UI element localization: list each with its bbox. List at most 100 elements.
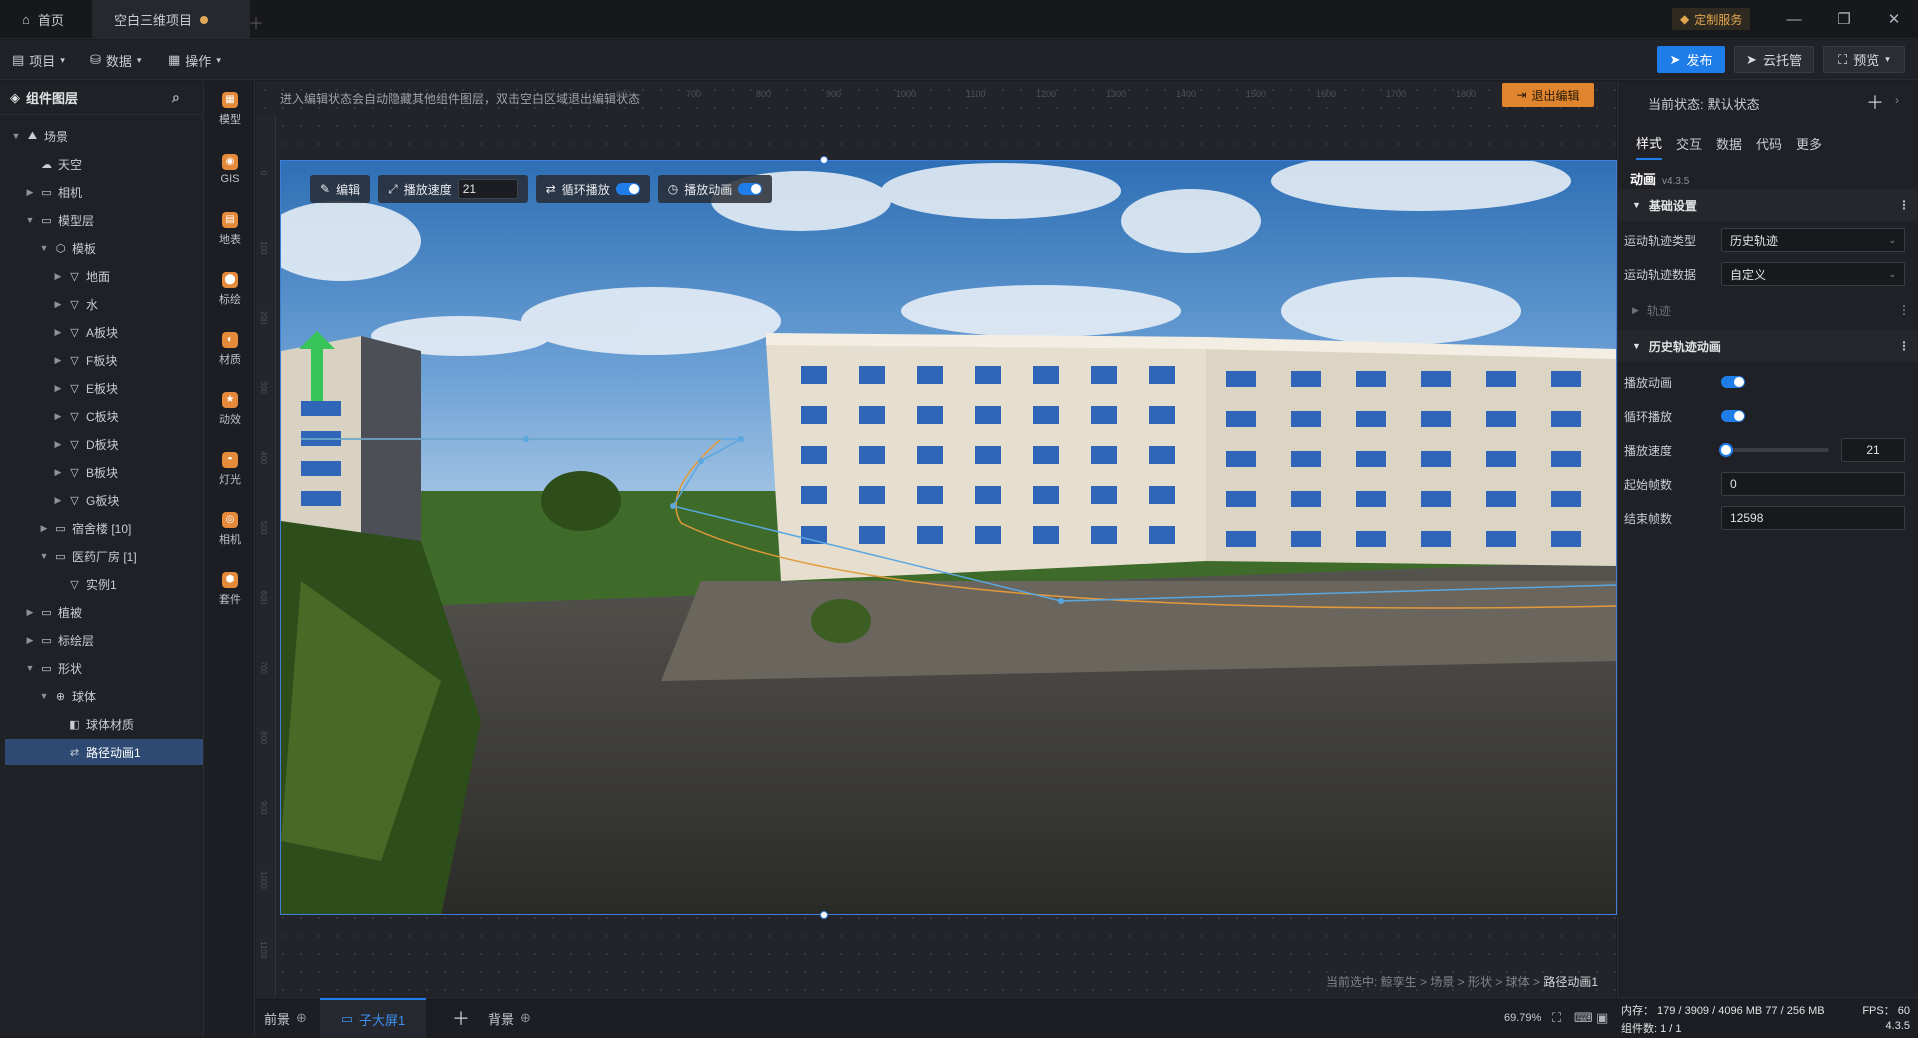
minimize-icon[interactable]: — (1774, 6, 1814, 32)
scene-viewport[interactable] (280, 160, 1617, 915)
tree-item-instance-1[interactable]: ▽ 实例1 (5, 571, 203, 597)
terminal-icon[interactable]: ▣ (1596, 998, 1608, 1038)
tree-item-block-c[interactable]: ▶ ▽ C板块 (5, 403, 203, 429)
tree-item-sky[interactable]: ☁ 天空 (5, 151, 203, 177)
tree-item-pharma-plant[interactable]: ▼ ▭ 医药厂房 [1] (5, 543, 203, 569)
chevron-right-icon[interactable]: › (1895, 93, 1899, 107)
publish-button[interactable]: ➤ 发布 (1657, 46, 1725, 73)
tree-item-sphere-material[interactable]: ◧ 球体材质 (5, 711, 203, 737)
tab-more[interactable]: 更多 (1796, 126, 1822, 160)
tab-interaction[interactable]: 交互 (1676, 126, 1702, 160)
add-screen-icon[interactable]: ＋ (452, 998, 470, 1038)
tool-material[interactable]: ◐ 材质 (205, 323, 255, 375)
tree-item-dormitory[interactable]: ▶ ▭ 宿舍楼 [10] (5, 515, 203, 541)
add-circle-icon[interactable]: ⊕ (296, 1010, 307, 1026)
tool-model[interactable]: ▦ 模型 (205, 83, 255, 135)
menu-operate[interactable]: ▦ 操作 ▾ (168, 40, 221, 80)
tree-item-shapes[interactable]: ▼ ▭ 形状 (5, 655, 203, 681)
tree-item-path-animation[interactable]: ⇄ 路径动画1 (5, 739, 203, 765)
fit-screen-icon[interactable]: ⛶ (1552, 998, 1561, 1038)
tree-item-scene[interactable]: ▼ ⛰ 场景 (5, 123, 203, 149)
search-icon[interactable]: ⌕ (172, 89, 180, 106)
tab-style[interactable]: 样式 (1636, 126, 1663, 160)
tool-camera[interactable]: ◎ 相机 (205, 503, 255, 555)
play-animation-toggle[interactable] (1721, 376, 1745, 388)
tool-plot[interactable]: ⬤ 标绘 (205, 263, 255, 315)
caret-right-icon[interactable]: ▶ (25, 635, 35, 646)
tab-sub-screen[interactable]: ▭ 子大屏1 (320, 998, 426, 1038)
caret-right-icon[interactable]: ▶ (25, 607, 35, 618)
tool-effect[interactable]: ★ 动效 (205, 383, 255, 435)
tab-home[interactable]: ⌂ 首页 (0, 0, 86, 39)
speed-input[interactable]: 21 (457, 179, 518, 199)
caret-right-icon[interactable]: ▶ (53, 327, 63, 338)
tree-item-model-layer[interactable]: ▼ ▭ 模型层 (5, 207, 203, 233)
tab-data[interactable]: 数据 (1716, 126, 1742, 160)
caret-right-icon[interactable]: ▶ (53, 495, 63, 506)
tree-item-vegetation[interactable]: ▶ ▭ 植被 (5, 599, 203, 625)
more-vertical-icon[interactable]: ⋮ (1898, 339, 1910, 353)
caret-right-icon[interactable]: ▶ (53, 411, 63, 422)
caret-down-icon[interactable]: ▼ (39, 243, 49, 253)
caret-right-icon[interactable]: ▶ (53, 355, 63, 366)
tree-item-camera[interactable]: ▶ ▭ 相机 (5, 179, 203, 205)
caret-down-icon[interactable]: ▼ (25, 663, 35, 673)
state-value[interactable]: 默认状态 (1708, 94, 1760, 113)
add-tab-icon[interactable]: ＋ (248, 10, 264, 34)
play-toggle[interactable] (738, 183, 763, 195)
tree-item-block-g[interactable]: ▶ ▽ G板块 (5, 487, 203, 513)
caret-down-icon[interactable]: ▼ (39, 551, 49, 561)
tree-item-block-b[interactable]: ▶ ▽ B板块 (5, 459, 203, 485)
tree-item-block-a[interactable]: ▶ ▽ A板块 (5, 319, 203, 345)
caret-right-icon[interactable]: ▶ (53, 383, 63, 394)
add-state-icon[interactable]: ＋ (1866, 89, 1884, 115)
tab-foreground[interactable]: 前景 ⊕ (264, 998, 307, 1038)
speed-prop-input[interactable]: 21 (1841, 438, 1905, 462)
tree-item-water[interactable]: ▶ ▽ 水 (5, 291, 203, 317)
edit-control[interactable]: ✎ 编辑 (310, 175, 371, 203)
caret-right-icon[interactable]: ▶ (39, 523, 49, 534)
tree-item-ground[interactable]: ▶ ▽ 地面 (5, 263, 203, 289)
track-type-select[interactable]: 历史轨迹 ⌄ (1721, 228, 1905, 252)
zoom-level[interactable]: 69.79% (1504, 998, 1541, 1038)
track-data-select[interactable]: 自定义 ⌄ (1721, 262, 1905, 286)
caret-down-icon[interactable]: ▼ (11, 131, 21, 141)
more-vertical-icon[interactable]: ⋮ (1898, 198, 1910, 212)
close-icon[interactable]: ✕ (1874, 6, 1914, 32)
menu-data[interactable]: ⛁ 数据 ▾ (90, 40, 141, 80)
more-vertical-icon[interactable]: ⋮ (1898, 303, 1910, 317)
end-frame-input[interactable]: 12598 (1721, 506, 1905, 530)
caret-right-icon[interactable]: ▶ (53, 467, 63, 478)
tool-kit[interactable]: ⬢ 套件 (205, 563, 255, 615)
tree-item-template[interactable]: ▼ ⬡ 模板 (5, 235, 203, 261)
canvas-area[interactable]: 进入编辑状态会自动隐藏其他组件图层，双击空白区域退出编辑状态 600 700 800… (256, 81, 1617, 1029)
section-basic-settings[interactable]: ▼ 基础设置 ⋮ (1618, 189, 1918, 221)
section-history-animation[interactable]: ▼ 历史轨迹动画 ⋮ (1618, 330, 1918, 362)
add-circle-icon[interactable]: ⊕ (520, 1010, 531, 1026)
tree-item-block-f[interactable]: ▶ ▽ F板块 (5, 347, 203, 373)
tree-item-plot-layer[interactable]: ▶ ▭ 标绘层 (5, 627, 203, 653)
tab-background[interactable]: 背景 ⊕ (488, 998, 531, 1038)
caret-right-icon[interactable]: ▶ (25, 187, 35, 198)
exit-edit-button[interactable]: ⇥ 退出编辑 (1502, 83, 1594, 107)
tool-gis[interactable]: ◉ GIS (205, 143, 255, 195)
speed-slider-handle[interactable] (1719, 443, 1734, 457)
preview-button[interactable]: ⛶ 预览 ▾ (1823, 46, 1905, 73)
keyboard-icon[interactable]: ⌨ (1574, 998, 1593, 1038)
tab-code[interactable]: 代码 (1756, 126, 1782, 160)
menu-project[interactable]: ▤ 项目 ▾ (12, 40, 65, 80)
tree-item-block-d[interactable]: ▶ ▽ D板块 (5, 431, 203, 457)
caret-right-icon[interactable]: ▶ (53, 271, 63, 282)
tool-light[interactable]: ◓ 灯光 (205, 443, 255, 495)
tool-terrain[interactable]: ▤ 地表 (205, 203, 255, 255)
custom-service-button[interactable]: ◆ 定制服务 (1672, 8, 1751, 30)
loop-play-toggle[interactable] (1721, 410, 1745, 422)
tree-item-block-e[interactable]: ▶ ▽ E板块 (5, 375, 203, 401)
tree-item-sphere[interactable]: ▼ ⊕ 球体 (5, 683, 203, 709)
tab-project[interactable]: 空白三维项目 (92, 0, 250, 39)
cloud-button[interactable]: ➤ 云托管 (1734, 46, 1814, 73)
caret-down-icon[interactable]: ▼ (39, 691, 49, 701)
start-frame-input[interactable]: 0 (1721, 472, 1905, 496)
caret-right-icon[interactable]: ▶ (53, 439, 63, 450)
caret-down-icon[interactable]: ▼ (25, 215, 35, 225)
